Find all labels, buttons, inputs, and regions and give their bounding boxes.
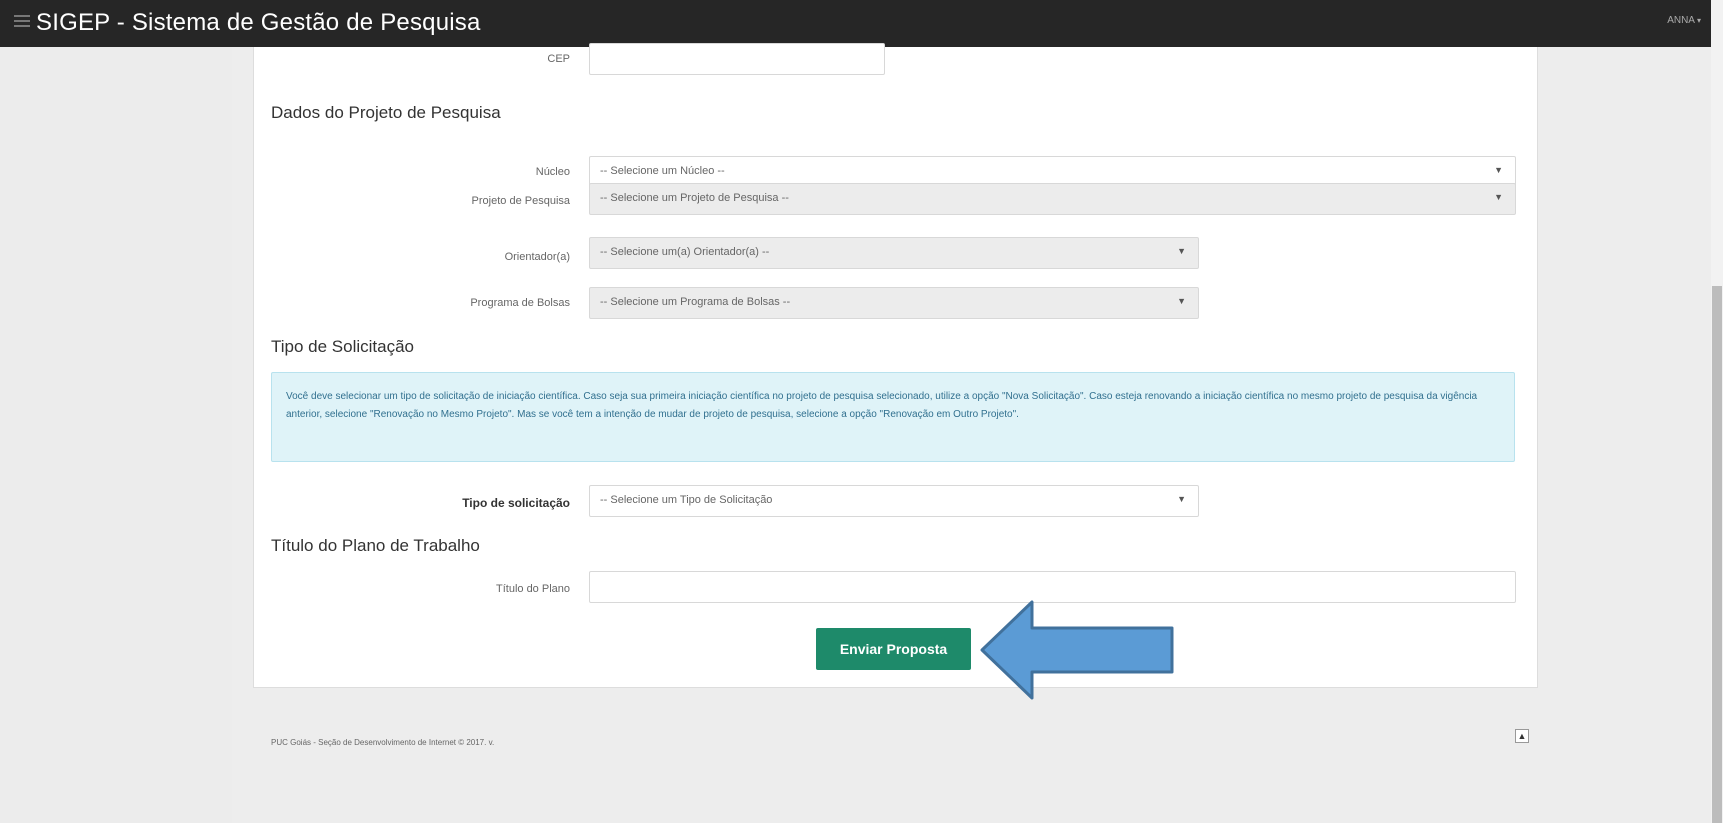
hamburger-icon[interactable] (14, 15, 30, 29)
tipo-select[interactable]: -- Selecione um Tipo de Solicitação ▼ (589, 485, 1199, 517)
caret-down-icon: ▼ (1494, 165, 1503, 175)
user-name: ANNA (1667, 15, 1695, 26)
arrow-up-icon[interactable]: ▲ (1515, 729, 1529, 743)
cep-label: CEP (547, 53, 570, 65)
user-menu[interactable]: ANNA ▾ (1667, 15, 1701, 26)
projeto-selected: -- Selecione um Projeto de Pesquisa -- (600, 192, 789, 204)
section-title-tipo: Tipo de Solicitação (271, 337, 415, 356)
projeto-label: Projeto de Pesquisa (471, 195, 570, 207)
info-alert: Você deve selecionar um tipo de solicita… (271, 372, 1515, 462)
arrow-left-icon (980, 600, 1174, 700)
app-title[interactable]: SIGEP - Sistema de Gestão de Pesquisa (36, 9, 481, 37)
tipo-label: Tipo de solicitação (462, 496, 570, 510)
section-title-titulo: Título do Plano de Trabalho (271, 536, 480, 555)
caret-down-icon: ▾ (1696, 16, 1701, 25)
scrollbar-thumb[interactable] (1712, 286, 1722, 823)
caret-down-icon: ▼ (1494, 192, 1503, 202)
programa-selected: -- Selecione um Programa de Bolsas -- (600, 296, 791, 308)
nucleo-label: Núcleo (535, 166, 570, 178)
programa-select[interactable]: -- Selecione um Programa de Bolsas -- ▼ (589, 287, 1199, 319)
caret-down-icon: ▼ (1177, 494, 1186, 504)
tipo-selected: -- Selecione um Tipo de Solicitação (600, 494, 773, 506)
scrollbar[interactable] (1711, 0, 1723, 823)
left-sidebar-background (0, 47, 232, 823)
projeto-select[interactable]: -- Selecione um Projeto de Pesquisa -- ▼ (589, 183, 1516, 215)
footer-text: PUC Goiás - Seção de Desenvolvimento de … (271, 738, 495, 747)
caret-down-icon: ▼ (1177, 246, 1186, 256)
orientador-label: Orientador(a) (504, 251, 570, 263)
orientador-select[interactable]: -- Selecione um(a) Orientador(a) -- ▼ (589, 237, 1199, 269)
enviar-proposta-button[interactable]: Enviar Proposta (816, 628, 971, 670)
nucleo-selected: -- Selecione um Núcleo -- (600, 165, 725, 177)
cep-input[interactable] (589, 43, 885, 75)
annotation-arrow-shape (980, 600, 1174, 700)
orientador-selected: -- Selecione um(a) Orientador(a) -- (600, 246, 770, 258)
section-title-projeto: Dados do Projeto de Pesquisa (271, 103, 501, 122)
titulo-label: Título do Plano (496, 583, 570, 595)
programa-label: Programa de Bolsas (470, 297, 570, 309)
top-navbar: SIGEP - Sistema de Gestão de Pesquisa AN… (0, 0, 1723, 47)
caret-down-icon: ▼ (1177, 296, 1186, 306)
